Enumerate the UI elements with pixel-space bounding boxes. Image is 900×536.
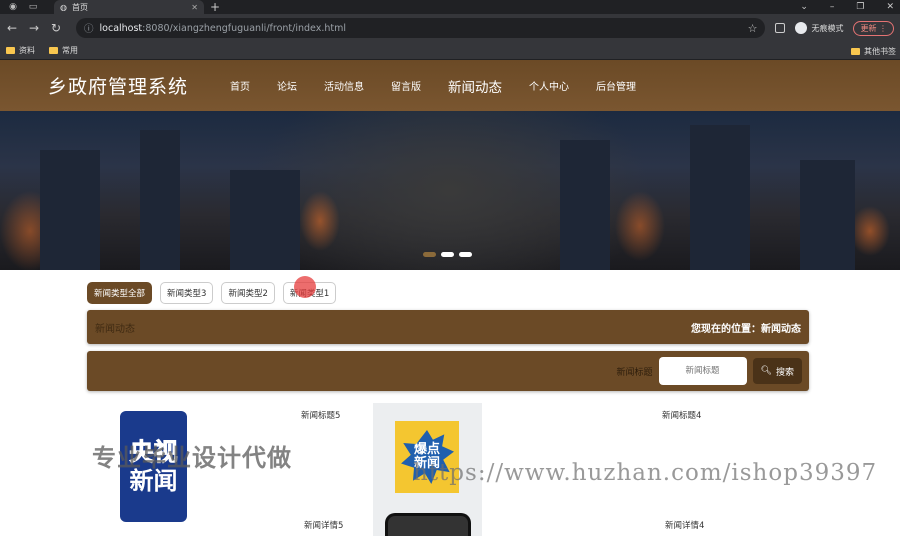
browser-tab-bar: ◉ ▭ ◍ 首页 ✕ + ⌄ – ❐ ✕ — [0, 0, 900, 14]
url-host: localhost — [99, 22, 143, 34]
back-button[interactable]: ← — [6, 21, 18, 35]
address-bar-row: ← → ↻ ⓘ localhost:8080/xiangzhengfuguanl… — [0, 14, 900, 42]
close-window-button[interactable]: ✕ — [886, 2, 894, 12]
search-input[interactable] — [658, 357, 747, 385]
search-button[interactable]: 🔍︎ 搜索 — [752, 358, 802, 384]
site-header: 乡政府管理系统 首页 论坛 活动信息 留言版 新闻动态 个人中心 后台管理 — [0, 60, 900, 111]
nav-guestbook[interactable]: 留言版 — [391, 78, 421, 93]
close-icon[interactable]: ✕ — [191, 3, 198, 12]
filter-type-2[interactable]: 新闻类型2 — [221, 282, 275, 304]
bookmark-folder[interactable]: 常用 — [49, 45, 78, 56]
info-icon[interactable]: ⓘ — [84, 21, 94, 35]
nav-news[interactable]: 新闻动态 — [448, 76, 502, 96]
restore-button[interactable]: ❐ — [856, 2, 864, 12]
url-input[interactable]: ⓘ localhost:8080/xiangzhengfuguanli/fron… — [76, 18, 766, 38]
section-title: 新闻动态 — [95, 323, 135, 335]
search-bar: 新闻标题 🔍︎ 搜索 — [87, 351, 809, 391]
carousel-indicators — [423, 252, 472, 257]
news-title[interactable]: 新闻标题5 — [301, 409, 340, 421]
carousel-dot[interactable] — [459, 252, 472, 257]
nav-forum[interactable]: 论坛 — [277, 78, 297, 93]
bookmark-folder[interactable]: 资料 — [6, 45, 35, 56]
reload-button[interactable]: ↻ — [50, 21, 62, 35]
nav-admin[interactable]: 后台管理 — [596, 78, 636, 93]
tab-strip-icon[interactable]: ▭ — [26, 0, 40, 14]
folder-icon — [49, 47, 58, 54]
browser-tab[interactable]: ◍ 首页 ✕ — [54, 0, 204, 14]
nav-activities[interactable]: 活动信息 — [324, 78, 364, 93]
nav-personal-center[interactable]: 个人中心 — [529, 78, 569, 93]
side-panel-icon[interactable] — [775, 23, 786, 33]
phone-graphic — [385, 513, 471, 536]
news-detail: 新闻详情4 — [665, 521, 705, 531]
other-bookmarks[interactable]: 其他书签 — [851, 42, 896, 60]
url-path: :8080/xiangzhengfuguanli/front/index.htm… — [142, 22, 346, 34]
breadcrumb: 新闻动态 您现在的位置：新闻动态 — [87, 310, 809, 344]
bookmark-star-icon[interactable]: ☆ — [748, 22, 758, 35]
filter-all[interactable]: 新闻类型全部 — [87, 282, 153, 304]
tab-title: 首页 — [71, 2, 88, 12]
cursor-highlight — [294, 276, 316, 298]
nav-home[interactable]: 首页 — [230, 78, 250, 93]
incognito-icon — [795, 22, 808, 34]
globe-icon: ◍ — [60, 2, 67, 12]
search-label: 新闻标题 — [616, 367, 653, 378]
folder-icon — [851, 47, 860, 55]
site-title: 乡政府管理系统 — [48, 76, 189, 98]
watermark-url: https://www.huzhan.com/ishop39397 — [413, 460, 878, 486]
new-tab-button[interactable]: + — [210, 0, 220, 14]
incognito-profile[interactable]: 无痕模式 — [795, 22, 843, 34]
news-detail: 新闻详情5 — [304, 521, 344, 531]
chevron-down-icon[interactable]: ⌄ — [800, 2, 808, 12]
chrome-icon[interactable]: ◉ — [6, 0, 20, 14]
watermark-text: 专业毕业设计代做 — [92, 444, 292, 472]
carousel-dot[interactable] — [423, 252, 436, 257]
forward-button[interactable]: → — [28, 21, 40, 35]
hero-banner[interactable] — [0, 111, 900, 270]
profile-label: 无痕模式 — [811, 23, 844, 33]
search-icon: 🔍︎ — [760, 366, 772, 376]
bookmarks-bar: 资料 常用 其他书签 — [0, 42, 900, 60]
update-button[interactable]: 更新 ⋮ — [853, 20, 894, 36]
minimize-button[interactable]: – — [830, 2, 835, 12]
carousel-dot[interactable] — [441, 252, 454, 257]
main-nav: 首页 论坛 活动信息 留言版 新闻动态 个人中心 后台管理 — [230, 76, 663, 96]
news-title[interactable]: 新闻标题4 — [662, 409, 701, 421]
filter-type-3[interactable]: 新闻类型3 — [160, 282, 214, 304]
folder-icon — [6, 47, 15, 54]
current-location: 您现在的位置：新闻动态 — [691, 323, 801, 335]
